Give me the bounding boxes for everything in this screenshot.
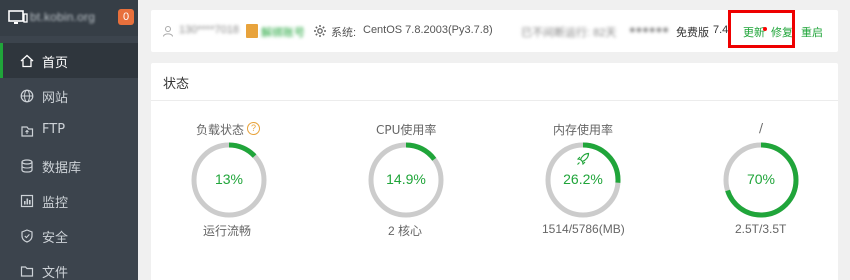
sidebar-item-files[interactable]: 文件 (0, 253, 138, 280)
sidebar-item-label: FTP (42, 122, 66, 137)
uptime: 已不间断运行: 82天 (521, 27, 617, 39)
bind-account-icon (246, 24, 258, 38)
help-icon[interactable]: ? (247, 122, 260, 135)
unbind-account-link[interactable]: 解绑账号 (261, 24, 305, 40)
sidebar-item-label: 文件 (42, 266, 69, 280)
load-status: 运行流畅 (203, 224, 252, 238)
user-icon (163, 26, 173, 37)
sidebar: bt.kobin.org 0 首页 网站 FTP 数据库 监控 安全 文件 (0, 0, 138, 280)
globe-icon (20, 89, 34, 103)
disk-value: 70% (746, 171, 776, 187)
database-icon (21, 159, 33, 173)
gear-icon (314, 25, 326, 37)
cpu-cores: 2 核心 (388, 224, 423, 238)
load-value: 13% (214, 171, 244, 187)
memory-usage: 1514/5786(MB) (542, 222, 625, 236)
folder-icon (20, 266, 34, 277)
divider (151, 100, 838, 101)
memory-value: 26.2% (563, 171, 603, 187)
cpu-value: 14.9% (386, 171, 426, 187)
cpu-title: CPU使用率 (376, 123, 437, 137)
disk-usage: 2.5T/3.5T (735, 222, 787, 236)
home-icon (20, 54, 34, 68)
ftp-icon (21, 126, 34, 137)
system-value: CentOS 7.8.2003(Py3.7.8) (363, 24, 493, 36)
sidebar-item-database[interactable]: 数据库 (0, 148, 138, 183)
edition-label: 免费版 (676, 27, 709, 39)
sidebar-item-label: 网站 (42, 91, 69, 106)
monitor-chart-icon (20, 194, 34, 208)
sidebar-item-security[interactable]: 安全 (0, 218, 138, 253)
update-highlight-box (728, 10, 795, 48)
system-label: 系统: (331, 27, 357, 39)
sidebar-item-label: 安全 (42, 231, 69, 246)
sidebar-item-website[interactable]: 网站 (0, 78, 138, 113)
sidebar-item-ftp[interactable]: FTP (0, 113, 138, 148)
shield-icon (21, 229, 33, 243)
user-account[interactable]: 130****7018 (179, 24, 239, 36)
restart-link[interactable]: 重启 (801, 24, 823, 40)
sidebar-item-monitor[interactable]: 监控 (0, 183, 138, 218)
memory-title: 内存使用率 (553, 123, 614, 137)
blurred-info: ●●●●●● (629, 24, 669, 36)
sidebar-item-label: 监控 (42, 196, 69, 211)
monitor-icon (8, 10, 28, 24)
sidebar-header: bt.kobin.org 0 (0, 0, 138, 36)
status-title: 状态 (163, 77, 190, 92)
sidebar-item-label: 数据库 (42, 161, 82, 176)
disk-title: / (759, 121, 764, 135)
sidebar-item-home[interactable]: 首页 (0, 43, 138, 78)
host-name: bt.kobin.org (30, 10, 96, 24)
message-badge[interactable]: 0 (118, 9, 134, 25)
load-title: 负载状态 (196, 123, 245, 137)
rocket-icon[interactable] (576, 152, 590, 166)
sidebar-item-label: 首页 (42, 56, 69, 71)
